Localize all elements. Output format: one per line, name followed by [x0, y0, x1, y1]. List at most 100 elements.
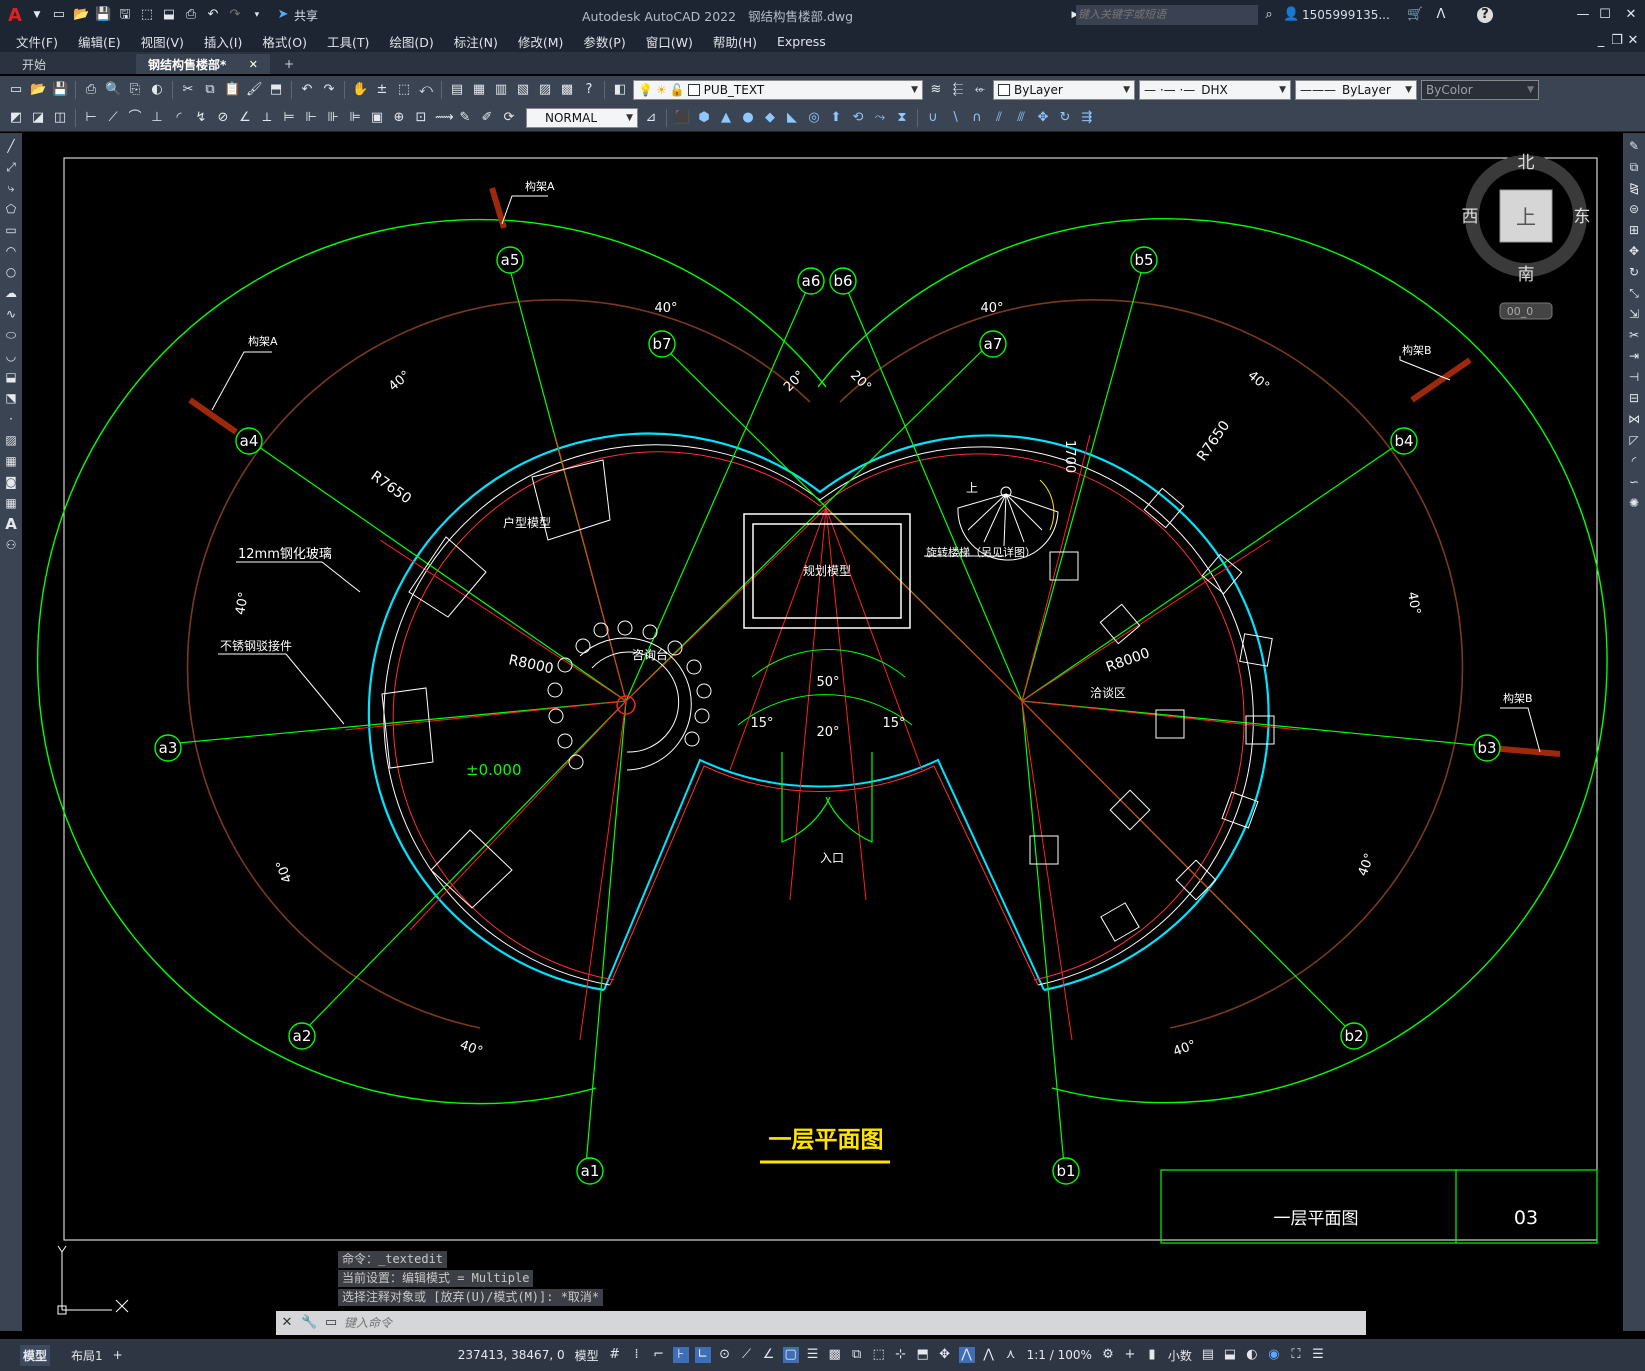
doc-minimize-icon[interactable]: _ — [1593, 33, 1609, 49]
ortho-icon[interactable]: ∟ — [694, 1347, 711, 1363]
command-recent-icon[interactable]: ▭ — [323, 1315, 339, 1331]
print-icon[interactable]: ⎙ — [183, 7, 199, 23]
tab-drawing[interactable]: 钢结构售楼部* ✕ — [136, 54, 270, 74]
extrude-icon[interactable]: ⬆ — [828, 110, 844, 126]
rectangle-icon[interactable]: ▭ — [3, 222, 19, 238]
grid-icon[interactable]: # — [607, 1347, 623, 1363]
share-button[interactable]: ➤ 共享 — [272, 7, 317, 24]
quick-properties-icon[interactable]: ▤ — [1200, 1347, 1216, 1363]
tolerance-icon[interactable]: ▣ — [369, 110, 385, 126]
save-tb-icon[interactable]: 💾 — [52, 82, 68, 98]
design-center-icon[interactable]: ▦ — [471, 82, 487, 98]
close-icon[interactable]: ✕ — [1623, 7, 1639, 23]
mirror-icon[interactable]: ⧎ — [1626, 180, 1642, 196]
doc-restore-icon[interactable]: ❐ — [1609, 33, 1625, 49]
block-editor-icon[interactable]: ⬒ — [268, 82, 284, 98]
workspace-gear-icon[interactable]: ⚙ — [1100, 1347, 1116, 1363]
spline-icon[interactable]: ∿ — [3, 306, 19, 322]
search-icon[interactable]: ⌕ — [1261, 7, 1277, 23]
redo-tb-icon[interactable]: ↷ — [321, 82, 337, 98]
region-icon[interactable]: ◙ — [3, 474, 19, 490]
match-properties-icon[interactable]: 🖌 — [246, 82, 263, 98]
extend-icon[interactable]: ⇥ — [1626, 348, 1642, 364]
dimstyle-dropdown[interactable]: NORMAL ▼ — [526, 107, 638, 128]
stretch-icon[interactable]: ⇲ — [1626, 306, 1642, 322]
cylinder-icon[interactable]: ⬢ — [696, 110, 712, 126]
units-value[interactable]: 小数 — [1168, 1347, 1192, 1364]
tool-palettes-icon[interactable]: ▥ — [493, 82, 509, 98]
osnap-icon[interactable]: ▢ — [782, 1347, 799, 1363]
3dprint-icon[interactable]: ◐ — [149, 82, 165, 98]
selection-filter-icon[interactable]: ⬒ — [915, 1347, 931, 1363]
dim-text-edit-icon[interactable]: ✐ — [479, 110, 495, 126]
trim-icon[interactable]: ✂ — [1626, 327, 1642, 343]
continue-dim-icon[interactable]: ⊩ — [303, 110, 319, 126]
radius-dim-icon[interactable]: ◜ — [171, 110, 187, 126]
customize-icon[interactable]: ☰ — [1310, 1347, 1326, 1363]
annotation-scale-icon[interactable]: ⋏ — [1003, 1347, 1019, 1363]
copy-object-icon[interactable]: ⧉ — [1626, 159, 1642, 175]
join-icon[interactable]: ⋈ — [1626, 411, 1642, 427]
transparency-icon[interactable]: ▩ — [827, 1347, 843, 1363]
3dosnap-icon[interactable]: ⬚ — [871, 1347, 887, 1363]
pyramid-icon[interactable]: ◆ — [762, 110, 778, 126]
drawing-canvas[interactable]: a1 a2 a3 a4 a5 a6 a7 b1 b2 b3 b4 b5 b6 b… — [22, 133, 1610, 1339]
quick-access-dropdown-icon[interactable]: ▾ — [249, 7, 265, 23]
gradient-icon[interactable]: ▦ — [3, 453, 19, 469]
osnap-tracking-icon[interactable]: ∠ — [761, 1347, 777, 1363]
circle-icon[interactable]: ○ — [3, 264, 19, 280]
tab-close-icon[interactable]: ✕ — [249, 58, 258, 71]
command-close-icon[interactable]: ✕ — [279, 1315, 295, 1331]
maximize-icon[interactable]: ☐ — [1597, 7, 1613, 23]
arc-length-icon[interactable]: ⌒ — [127, 110, 143, 126]
blend-icon[interactable]: ∽ — [1626, 474, 1642, 490]
sweep-icon[interactable]: ⤳ — [872, 110, 888, 126]
infer-constraints-icon[interactable]: ⌐ — [651, 1347, 667, 1363]
menu-window[interactable]: 窗口(W) — [636, 32, 703, 51]
zoom-window-icon[interactable]: ⬚ — [396, 82, 412, 98]
inspect-icon[interactable]: ⊡ — [413, 110, 429, 126]
user-name[interactable]: 1505999135... — [1302, 8, 1390, 22]
offset-icon[interactable]: ⊜ — [1626, 201, 1642, 217]
angular-dim-icon[interactable]: ∠ — [237, 110, 253, 126]
user-icon[interactable]: 👤 — [1283, 7, 1299, 23]
open-file-icon[interactable]: 📂 — [73, 7, 89, 23]
web-open-icon[interactable]: ⬚ — [139, 7, 155, 23]
3dmove-icon[interactable]: ✥ — [1035, 110, 1051, 126]
break-at-point-icon[interactable]: ⊣ — [1626, 369, 1642, 385]
plotstyle-dropdown[interactable]: ByColor ▼ — [1421, 80, 1539, 100]
menu-edit[interactable]: 编辑(E) — [68, 32, 131, 51]
arc-icon[interactable]: ◠ — [3, 243, 19, 259]
pan-icon[interactable]: ✋ — [352, 82, 368, 98]
box-icon[interactable]: ⬛ — [674, 110, 690, 126]
dim-break-icon[interactable]: ⊫ — [347, 110, 363, 126]
fillet-icon[interactable]: ◜ — [1626, 453, 1642, 469]
dim-edit-icon[interactable]: ✎ — [457, 110, 473, 126]
chamfer-icon[interactable]: ◸ — [1626, 432, 1642, 448]
lineweight-icon[interactable]: ☰ — [805, 1347, 821, 1363]
ordinate-dim-icon[interactable]: ⊥ — [149, 110, 165, 126]
move-icon[interactable]: ✥ — [1626, 243, 1642, 259]
baseline-dim-icon[interactable]: ⊨ — [281, 110, 297, 126]
scale-icon[interactable]: ⤡ — [1626, 285, 1642, 301]
menu-dimension[interactable]: 标注(N) — [444, 32, 508, 51]
dynamic-input-icon[interactable]: ⊦ — [672, 1347, 689, 1363]
markup-icon[interactable]: ▨ — [537, 82, 553, 98]
menu-view[interactable]: 视图(V) — [131, 32, 194, 51]
tab-start[interactable]: 开始 — [0, 54, 134, 74]
add-selected-icon[interactable]: ⚇ — [3, 537, 19, 553]
cut-icon[interactable]: ✂ — [180, 82, 196, 98]
new-file-icon[interactable]: ▭ — [51, 7, 67, 23]
revolve-icon[interactable]: ⟲ — [850, 110, 866, 126]
diameter-dim-icon[interactable]: ⊘ — [215, 110, 231, 126]
menu-express[interactable]: Express — [767, 34, 836, 49]
line-icon[interactable]: ╱ — [3, 138, 19, 154]
web-save-icon[interactable]: ⬓ — [161, 7, 177, 23]
zoom-realtime-icon[interactable]: ± — [374, 82, 390, 98]
selection-cycling-icon[interactable]: ⧉ — [849, 1347, 865, 1363]
help-tb-icon[interactable]: ? — [581, 82, 597, 98]
model-space-toggle[interactable]: 模型 — [575, 1347, 599, 1364]
tab-layout1[interactable]: 布局1 — [71, 1347, 103, 1364]
cart-icon[interactable]: 🛒 — [1407, 7, 1423, 23]
section-icon[interactable]: ⫻ — [1013, 110, 1029, 126]
